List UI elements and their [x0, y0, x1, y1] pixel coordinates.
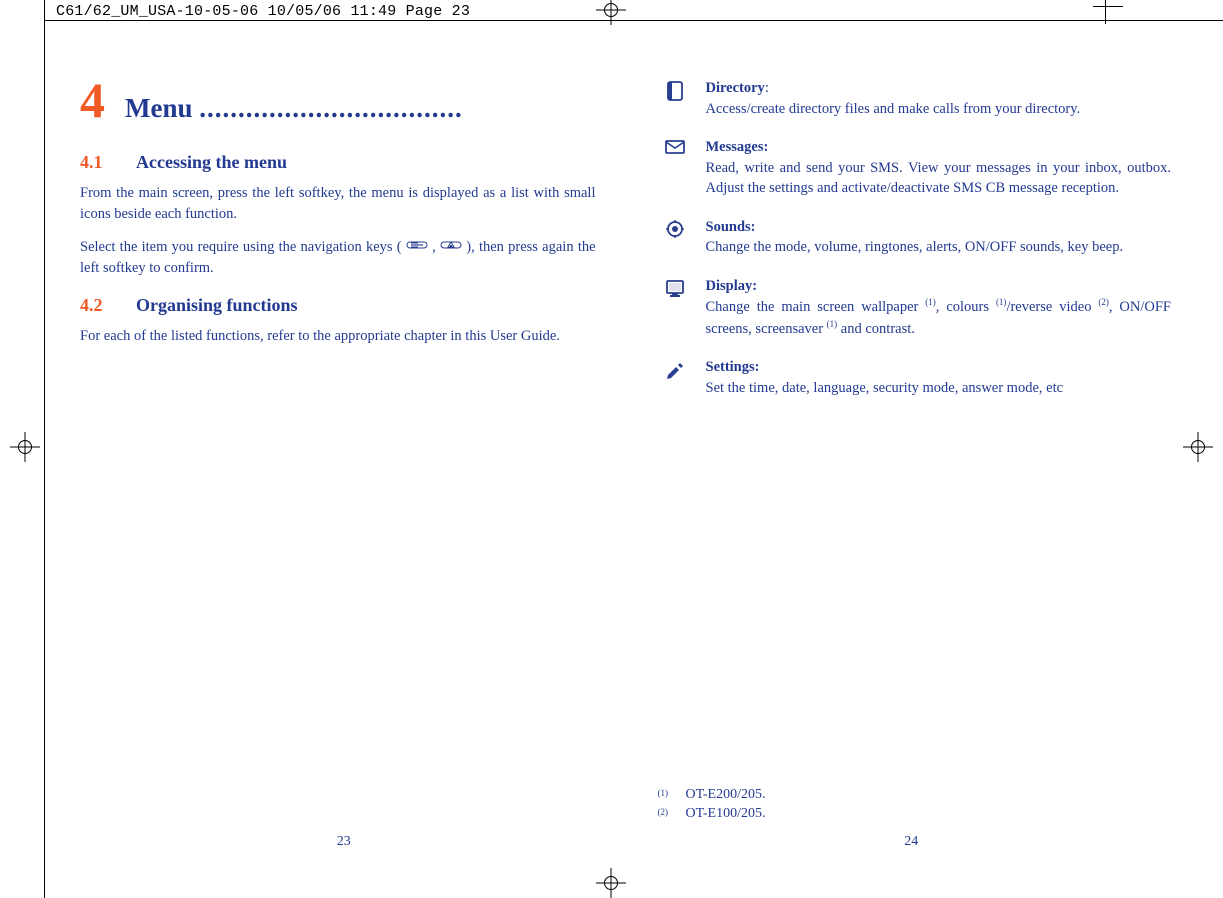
registration-mark-icon — [596, 0, 626, 25]
function-item: Display: Change the main screen wallpape… — [658, 276, 1172, 339]
footnote-mark: (1) — [658, 785, 676, 805]
body-paragraph: For each of the listed functions, refer … — [80, 326, 596, 347]
footnote-mark: (2) — [658, 804, 676, 824]
crop-tick — [1093, 6, 1123, 7]
footnote: (2) OT-E100/205. — [658, 804, 1172, 824]
function-item: Sounds: Change the mode, volume, rington… — [658, 217, 1172, 258]
chapter-number: 4 — [80, 78, 105, 123]
footnote: (1) OT-E200/205. — [658, 785, 1172, 805]
footnotes: (1) OT-E200/205. (2) OT-E100/205. — [658, 785, 1172, 824]
section-heading: 4.2 Organising functions — [80, 295, 596, 316]
item-title: Directory — [706, 80, 765, 96]
text-run: , — [432, 239, 440, 255]
item-desc: Access/create directory files and make c… — [706, 101, 1081, 117]
section-title: Accessing the menu — [136, 152, 287, 173]
chapter-title: Menu — [125, 93, 199, 123]
settings-icon — [658, 357, 692, 398]
body-paragraph: From the main screen, press the left sof… — [80, 183, 596, 225]
page-number: 23 — [60, 834, 628, 850]
body-paragraph: Select the item you require using the na… — [80, 237, 596, 279]
crop-line-left — [44, 0, 45, 898]
print-header: C61/62_UM_USA-10-05-06 10/05/06 11:49 Pa… — [56, 3, 470, 20]
item-desc: Read, write and send your SMS. View your… — [706, 160, 1172, 197]
page-number: 24 — [628, 834, 1196, 850]
item-title-suffix: : — [765, 80, 769, 96]
chapter-dots: .................................. — [199, 93, 463, 123]
nav-key-left-icon — [406, 237, 428, 258]
nav-key-right-icon — [440, 237, 462, 258]
page-right: Directory: Access/create directory files… — [628, 36, 1196, 874]
item-title: Messages: — [706, 139, 769, 155]
page-left: 4 Menu .................................… — [60, 36, 628, 874]
footnote-text: OT-E200/205. — [686, 785, 766, 805]
crop-line-top — [44, 20, 1223, 21]
item-desc: Set the time, date, language, security m… — [706, 380, 1064, 396]
function-item: Messages: Read, write and send your SMS.… — [658, 137, 1172, 199]
text-run: Select the item you require using the na… — [80, 239, 402, 255]
directory-icon — [658, 78, 692, 119]
function-item: Directory: Access/create directory files… — [658, 78, 1172, 119]
function-item: Settings: Set the time, date, language, … — [658, 357, 1172, 398]
display-icon — [658, 276, 692, 339]
crop-tick — [1105, 0, 1106, 24]
section-title: Organising functions — [136, 295, 298, 316]
footnote-text: OT-E100/205. — [686, 804, 766, 824]
item-desc: Change the mode, volume, ringtones, aler… — [706, 239, 1124, 255]
messages-icon — [658, 137, 692, 199]
item-desc: Change the main screen wallpaper (1), co… — [706, 299, 1172, 336]
item-title: Display: — [706, 278, 758, 294]
sounds-icon — [658, 217, 692, 258]
section-heading: 4.1 Accessing the menu — [80, 152, 596, 173]
item-title: Settings: — [706, 359, 760, 375]
section-number: 4.2 — [80, 295, 118, 316]
section-number: 4.1 — [80, 152, 118, 173]
page-spread: 4 Menu .................................… — [60, 36, 1195, 874]
item-title: Sounds: — [706, 219, 756, 235]
registration-mark-icon — [10, 432, 40, 462]
chapter-heading: 4 Menu .................................… — [80, 78, 596, 124]
